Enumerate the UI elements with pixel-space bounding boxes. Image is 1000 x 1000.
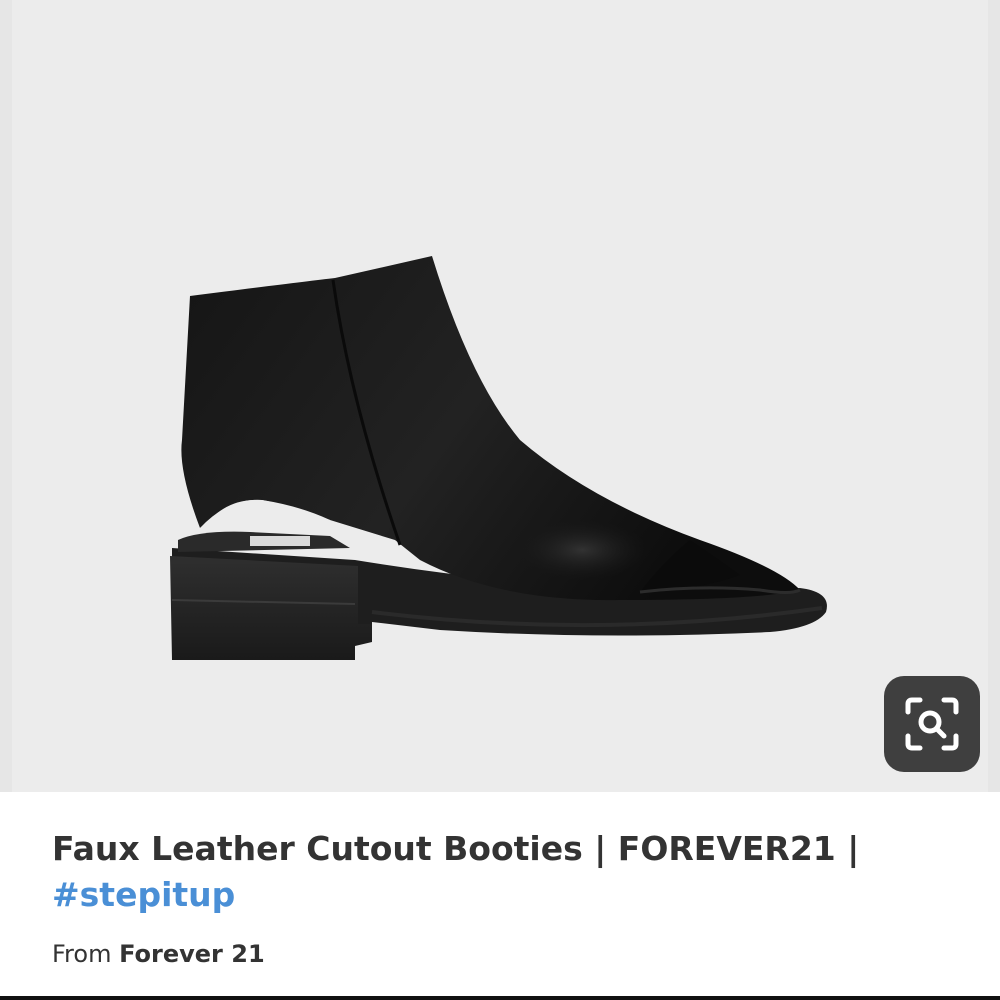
source-name[interactable]: Forever 21 [119,940,265,968]
product-caption[interactable]: Faux Leather Cutout Booties | FOREVER21 … [52,826,972,918]
source-prefix: From [52,940,112,968]
product-image-area[interactable] [0,0,1000,792]
visual-search-button[interactable] [884,676,980,772]
product-title-text: Faux Leather Cutout Booties | FOREVER21 … [52,829,860,868]
product-title[interactable]: Faux Leather Cutout Booties | FOREVER21 … [52,826,972,918]
bootie-photo [170,256,827,660]
hashtag-link[interactable]: #stepitup [52,875,235,914]
bottom-divider [0,996,1000,1000]
visual-search-icon [905,697,959,751]
source-line: From Forever 21 [52,940,265,968]
